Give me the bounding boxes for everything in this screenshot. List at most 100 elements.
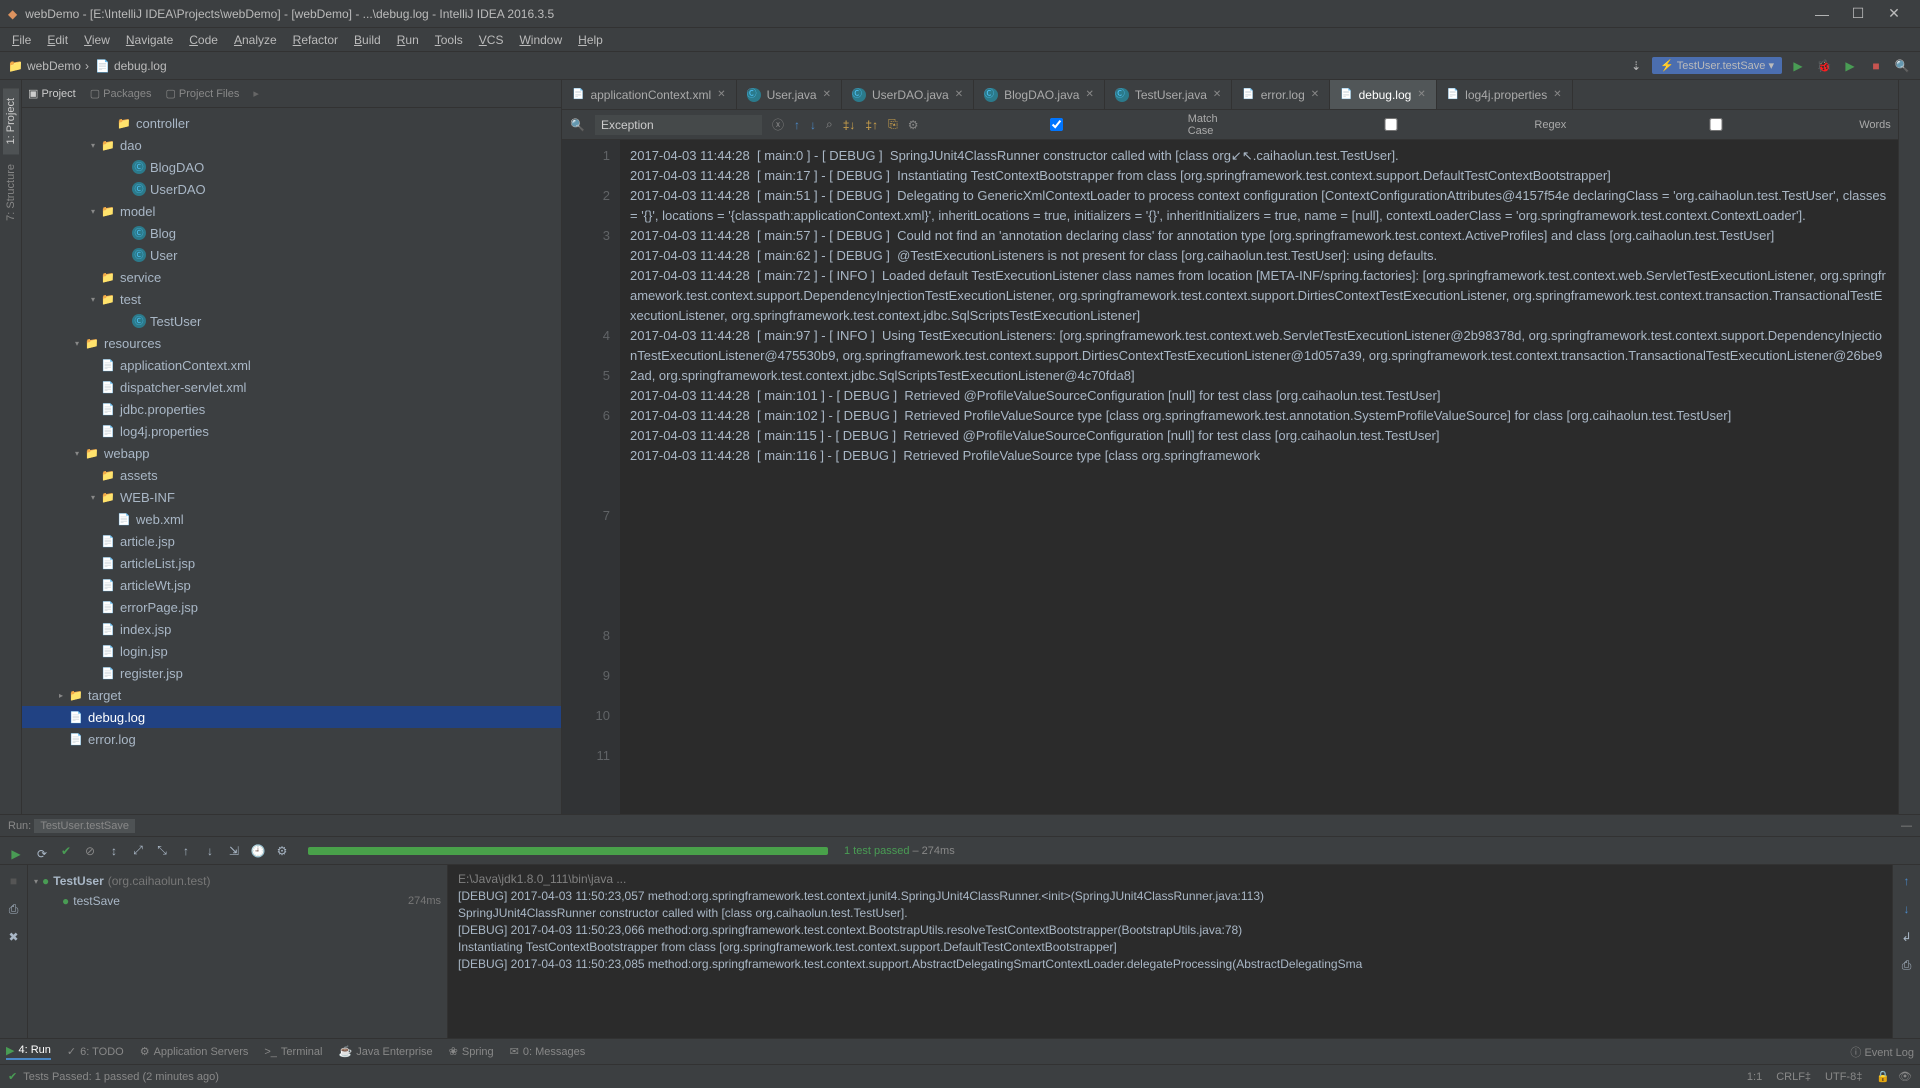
menu-file[interactable]: File (4, 33, 39, 47)
tree-node-target[interactable]: ▸📁target (22, 684, 561, 706)
expand-arrow-icon[interactable]: ▾ (70, 339, 84, 348)
editor-tab-blogdao-java[interactable]: ⒸBlogDAO.java✕ (974, 80, 1105, 109)
find-options-icon[interactable]: ⌕ (826, 117, 833, 132)
close-tab-icon[interactable]: ✕ (1213, 89, 1221, 100)
editor-content[interactable]: 2017-04-03 11:44:28 [ main:0 ] - [ DEBUG… (620, 140, 1898, 814)
regex-checkbox[interactable]: Regex (1251, 118, 1566, 131)
editor-tab-applicationcontext-xml[interactable]: 📄applicationContext.xml✕ (562, 80, 737, 109)
rail-tab-project[interactable]: 1: Project (3, 88, 19, 154)
test-class-node[interactable]: ▾ ● TestUser (org.caihaolun.test) (34, 871, 441, 891)
exit-icon[interactable]: ✖ (4, 927, 24, 947)
select-all-icon[interactable]: ⎘ (888, 117, 898, 132)
hide-run-icon[interactable]: — (1901, 820, 1912, 832)
inspections-icon[interactable]: 👁 (1898, 1070, 1912, 1083)
show-passed-icon[interactable]: ✔ (56, 841, 76, 861)
project-tab-project-files[interactable]: ▢ Project Files (165, 87, 239, 100)
editor-tab-error-log[interactable]: 📄error.log✕ (1232, 80, 1330, 109)
menu-run[interactable]: Run (389, 33, 427, 47)
expand-arrow-icon[interactable]: ▾ (86, 295, 100, 304)
close-tab-icon[interactable]: ✕ (955, 89, 963, 100)
soft-wrap-icon[interactable]: ↲ (1897, 927, 1917, 947)
expand-arrow-icon[interactable]: ▾ (86, 141, 100, 150)
expand-arrow-icon[interactable]: ▾ (86, 493, 100, 502)
menu-view[interactable]: View (76, 33, 118, 47)
tree-node-test[interactable]: ▾📁test (22, 288, 561, 310)
editor-tab-user-java[interactable]: ⒸUser.java✕ (737, 80, 842, 109)
run-button[interactable]: ▶ (1788, 56, 1808, 76)
prev-test-icon[interactable]: ↑ (176, 841, 196, 861)
project-tab-project[interactable]: ▣ Project (28, 87, 76, 100)
stop-button[interactable]: ■ (1866, 56, 1886, 76)
add-selection-icon[interactable]: ‡↓ (843, 118, 856, 132)
test-settings-icon[interactable]: ⚙ (272, 841, 292, 861)
print-icon[interactable]: ⎙ (1897, 955, 1917, 975)
menu-window[interactable]: Window (511, 33, 570, 47)
menu-code[interactable]: Code (181, 33, 226, 47)
close-tab-icon[interactable]: ✕ (1085, 89, 1093, 100)
test-tree[interactable]: ▾ ● TestUser (org.caihaolun.test) ● test… (28, 865, 448, 1038)
tree-node-controller[interactable]: 📁controller (22, 112, 561, 134)
event-log-button[interactable]: ⓘ Event Log (1850, 1044, 1914, 1060)
tree-node-applicationcontext-xml[interactable]: 📄applicationContext.xml (22, 354, 561, 376)
tree-node-user[interactable]: ⒸUser (22, 244, 561, 266)
expand-arrow-icon[interactable]: ▸ (54, 691, 68, 700)
project-tree[interactable]: 📁controller▾📁daoⒸBlogDAOⒸUserDAO▾📁modelⒸ… (22, 108, 561, 814)
editor-tab-testuser-java[interactable]: ⒸTestUser.java✕ (1105, 80, 1232, 109)
tree-node-dao[interactable]: ▾📁dao (22, 134, 561, 156)
rail-tab-structure[interactable]: 7: Structure (3, 154, 19, 231)
tree-node-log4j-properties[interactable]: 📄log4j.properties (22, 420, 561, 442)
close-tab-icon[interactable]: ✕ (717, 89, 725, 100)
tree-node-resources[interactable]: ▾📁resources (22, 332, 561, 354)
bottom-tab-messages[interactable]: ✉ 0: Messages (510, 1045, 586, 1058)
bottom-tab-terminal[interactable]: >_ Terminal (264, 1046, 322, 1058)
rerun-button[interactable]: ▶ (6, 844, 26, 864)
menu-refactor[interactable]: Refactor (285, 33, 346, 47)
prev-match-icon[interactable]: ↑ (794, 118, 800, 132)
stop-run-icon[interactable]: ■ (4, 871, 24, 891)
settings-icon[interactable]: ⚙ (908, 118, 919, 132)
tree-node-blog[interactable]: ⒸBlog (22, 222, 561, 244)
bottom-tab-todo[interactable]: ✓ 6: TODO (67, 1045, 124, 1058)
read-only-toggle-icon[interactable]: 🔒 (1876, 1070, 1890, 1083)
tree-node-model[interactable]: ▾📁model (22, 200, 561, 222)
next-test-icon[interactable]: ↓ (200, 841, 220, 861)
menu-edit[interactable]: Edit (39, 33, 76, 47)
export-results-icon[interactable]: ⇲ (224, 841, 244, 861)
tree-node-testuser[interactable]: ⒸTestUser (22, 310, 561, 332)
search-everywhere-icon[interactable]: 🔍 (1892, 56, 1912, 76)
tree-node-debug-log[interactable]: 📄debug.log (22, 706, 561, 728)
tree-node-jdbc-properties[interactable]: 📄jdbc.properties (22, 398, 561, 420)
tree-node-articlelist-jsp[interactable]: 📄articleList.jsp (22, 552, 561, 574)
caret-position[interactable]: 1:1 (1747, 1071, 1762, 1083)
run-config-selector[interactable]: ⚡ TestUser.testSave ▾ (1652, 57, 1782, 74)
menu-build[interactable]: Build (346, 33, 389, 47)
file-encoding[interactable]: UTF-8‡ (1825, 1071, 1862, 1083)
next-match-icon[interactable]: ↓ (810, 118, 816, 132)
clear-find-icon[interactable]: ⓧ (772, 116, 784, 133)
maximize-button[interactable]: ☐ (1840, 5, 1876, 22)
close-tab-icon[interactable]: ✕ (1553, 89, 1561, 100)
remove-selection-icon[interactable]: ‡↑ (865, 118, 878, 132)
tree-node-webapp[interactable]: ▾📁webapp (22, 442, 561, 464)
tree-node-blogdao[interactable]: ⒸBlogDAO (22, 156, 561, 178)
run-header-config[interactable]: TestUser.testSave (34, 819, 135, 833)
editor-tab-userdao-java[interactable]: ⒸUserDAO.java✕ (842, 80, 974, 109)
expand-arrow-icon[interactable]: ▾ (86, 207, 100, 216)
line-separator[interactable]: CRLF‡ (1776, 1071, 1811, 1083)
scroll-up-icon[interactable]: ↑ (1897, 871, 1917, 891)
run-console[interactable]: E:\Java\jdk1.8.0_111\bin\java ...[DEBUG]… (448, 865, 1892, 1038)
scroll-down-icon[interactable]: ↓ (1897, 899, 1917, 919)
expand-arrow-icon[interactable]: ▾ (70, 449, 84, 458)
tree-node-articlewt-jsp[interactable]: 📄articleWt.jsp (22, 574, 561, 596)
tree-node-errorpage-jsp[interactable]: 📄errorPage.jsp (22, 596, 561, 618)
menu-help[interactable]: Help (570, 33, 611, 47)
tree-node-assets[interactable]: 📁assets (22, 464, 561, 486)
close-button[interactable]: ✕ (1876, 5, 1912, 22)
menu-vcs[interactable]: VCS (471, 33, 512, 47)
bottom-tab-spring[interactable]: ❀ Spring (449, 1045, 494, 1058)
menu-analyze[interactable]: Analyze (226, 33, 285, 47)
tree-node-dispatcher-servlet-xml[interactable]: 📄dispatcher-servlet.xml (22, 376, 561, 398)
tree-node-web-inf[interactable]: ▾📁WEB-INF (22, 486, 561, 508)
close-tab-icon[interactable]: ✕ (1311, 89, 1319, 100)
history-icon[interactable]: 🕘 (248, 841, 268, 861)
